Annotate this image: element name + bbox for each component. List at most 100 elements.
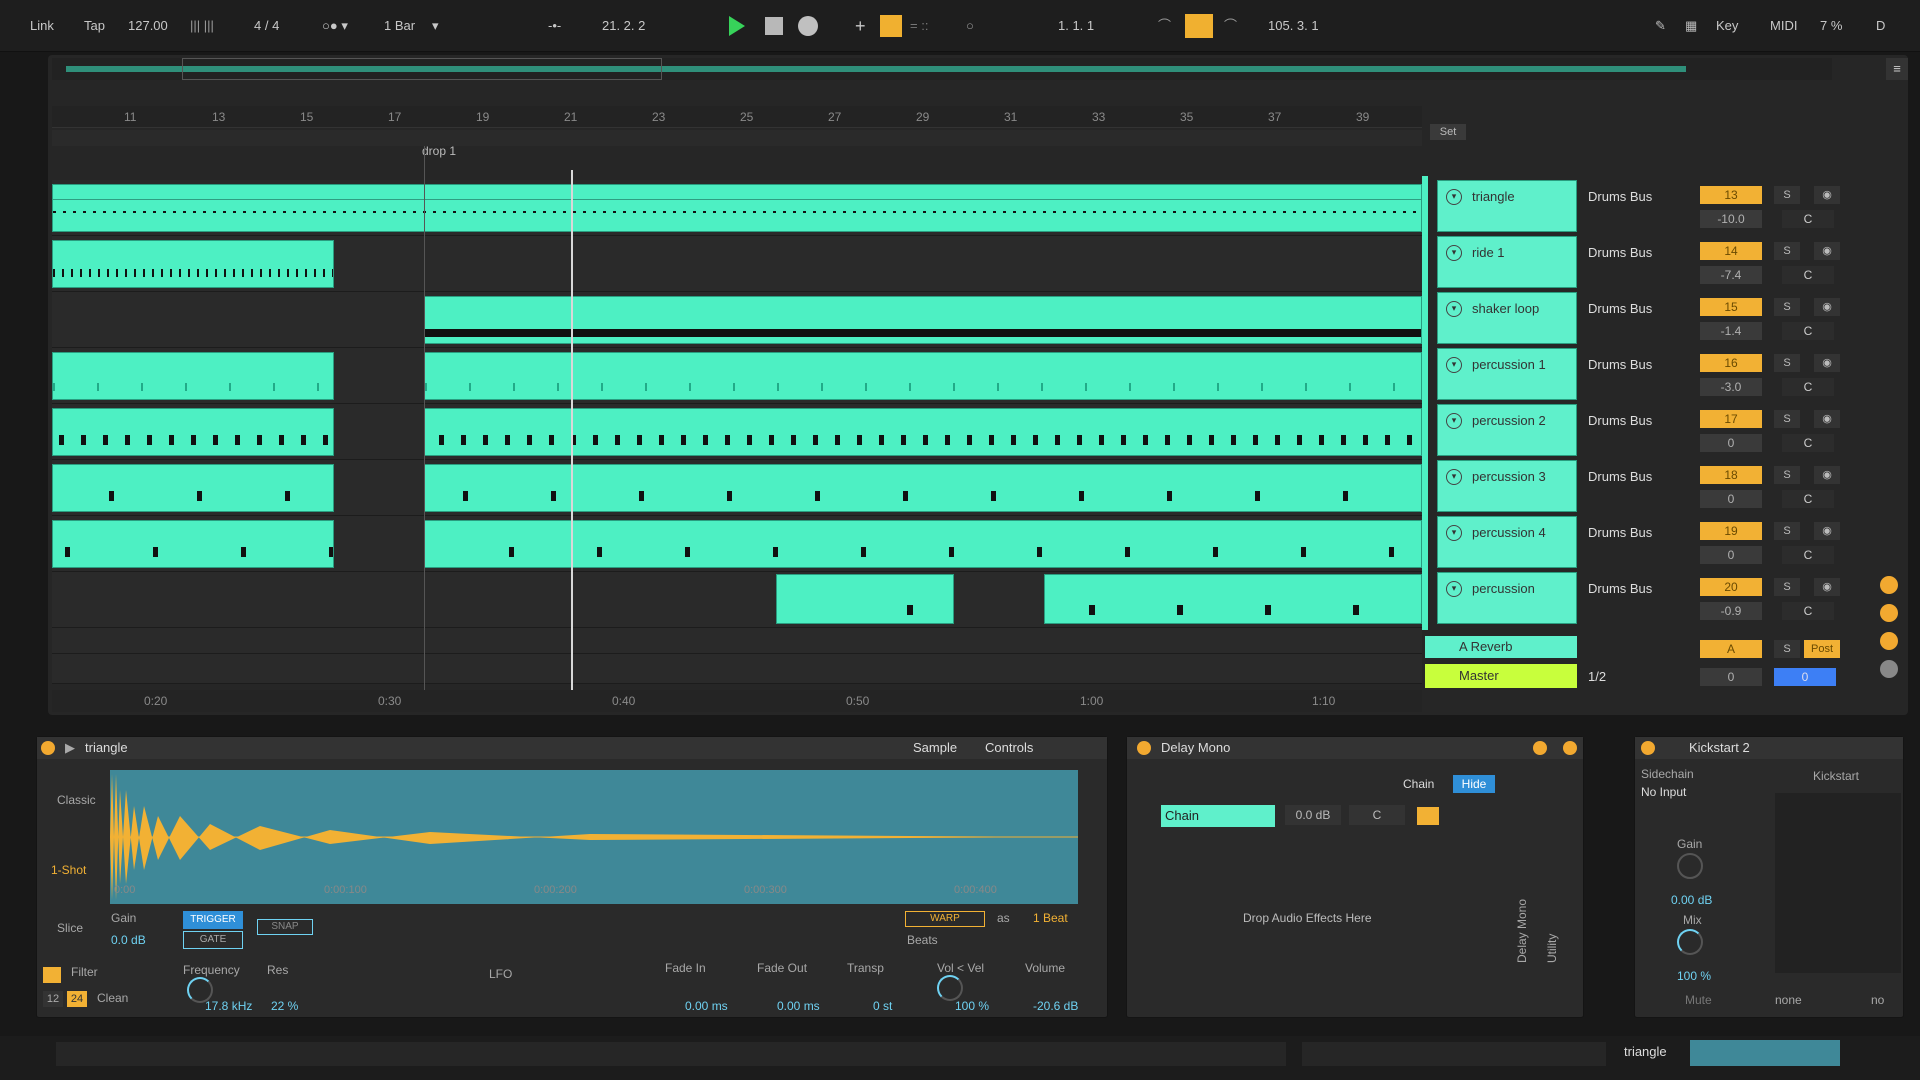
track-pan[interactable]: C: [1782, 434, 1834, 452]
tempo-field[interactable]: 127.00: [128, 14, 168, 38]
key-map-button[interactable]: Key: [1716, 14, 1738, 38]
record-button[interactable]: [798, 16, 818, 36]
fold-icon[interactable]: ▾: [1446, 581, 1462, 597]
clip[interactable]: [776, 574, 954, 624]
clip[interactable]: [52, 520, 334, 568]
warp-button[interactable]: WARP: [905, 911, 985, 927]
gain-value[interactable]: 0.00 dB: [1671, 893, 1712, 907]
arm-button[interactable]: ◉: [1814, 186, 1840, 204]
time-ruler[interactable]: 0:20 0:30 0:40 0:50 1:00 1:10: [52, 690, 1422, 712]
filter-toggle[interactable]: [43, 967, 61, 983]
track-pan[interactable]: C: [1782, 602, 1834, 620]
master-volume[interactable]: 0: [1700, 668, 1762, 686]
fold-icon[interactable]: ▾: [1446, 189, 1462, 205]
track-output-menu[interactable]: Drums Bus: [1582, 242, 1692, 264]
lane-triangle[interactable]: [52, 180, 1422, 236]
track-pan[interactable]: C: [1782, 546, 1834, 564]
track-volume[interactable]: 0: [1700, 490, 1762, 508]
res-value[interactable]: 22 %: [271, 999, 298, 1013]
midi-map-button[interactable]: MIDI: [1770, 14, 1797, 38]
master-output-menu[interactable]: 1/2: [1582, 666, 1692, 688]
clip[interactable]: [52, 408, 334, 456]
chain-name[interactable]: Chain: [1161, 805, 1275, 827]
arm-button[interactable]: ◉: [1814, 410, 1840, 428]
solo-button[interactable]: S: [1774, 354, 1800, 372]
track-activator[interactable]: 20: [1700, 578, 1762, 596]
signature-field[interactable]: 4 / 4: [254, 14, 279, 38]
clip[interactable]: [424, 408, 1422, 456]
track-volume[interactable]: -10.0: [1700, 210, 1762, 228]
stop-button[interactable]: [765, 17, 783, 35]
clip[interactable]: [52, 240, 334, 288]
expand-icon[interactable]: ▶: [65, 737, 75, 759]
tap-button[interactable]: Tap: [84, 14, 105, 38]
fadein-value[interactable]: 0.00 ms: [685, 999, 728, 1013]
track-header-percussion-3[interactable]: ▾ percussion 3: [1437, 460, 1577, 512]
lane-percussion[interactable]: [52, 572, 1422, 628]
locator-lane[interactable]: drop 1: [52, 130, 1422, 158]
track-pan[interactable]: C: [1782, 322, 1834, 340]
clip[interactable]: [424, 464, 1422, 512]
track-output-menu[interactable]: Drums Bus: [1582, 186, 1692, 208]
mode-one-shot[interactable]: 1-Shot: [51, 863, 86, 877]
follow-icon[interactable]: -•-: [548, 14, 561, 38]
curve-menu[interactable]: none: [1775, 993, 1802, 1007]
set-button[interactable]: Set: [1430, 124, 1466, 140]
lane-percussion-2[interactable]: [52, 404, 1422, 460]
track-header-triangle[interactable]: ▾ triangle: [1437, 180, 1577, 232]
mix-value[interactable]: 100 %: [1677, 969, 1711, 983]
lane-ride-1[interactable]: [52, 236, 1422, 292]
track-output-menu[interactable]: Drums Bus: [1582, 354, 1692, 376]
loop-start-field[interactable]: 1. 1. 1: [1058, 14, 1094, 38]
beat-value[interactable]: 1 Beat: [1033, 911, 1068, 925]
track-pan[interactable]: C: [1782, 210, 1834, 228]
lane-percussion-1[interactable]: [52, 348, 1422, 404]
track-volume[interactable]: -1.4: [1700, 322, 1762, 340]
overlay-icon[interactable]: [1880, 632, 1898, 650]
track-header-percussion[interactable]: ▾ percussion: [1437, 572, 1577, 624]
clip[interactable]: [52, 464, 334, 512]
track-volume[interactable]: 0: [1700, 546, 1762, 564]
gate-button[interactable]: GATE: [183, 931, 243, 949]
track-output-menu[interactable]: Drums Bus: [1582, 298, 1692, 320]
mix-knob[interactable]: [1677, 929, 1703, 955]
fold-icon[interactable]: ▾: [1446, 469, 1462, 485]
device-on-icon[interactable]: [41, 741, 55, 755]
lane-percussion-4[interactable]: [52, 516, 1422, 572]
track-activator[interactable]: 19: [1700, 522, 1762, 540]
chain-activator[interactable]: [1417, 807, 1439, 825]
metronome-icon[interactable]: ○● ▾: [322, 14, 348, 38]
chain-pan[interactable]: C: [1349, 805, 1405, 825]
velvol-value[interactable]: 100 %: [955, 999, 989, 1013]
automation-arm-button[interactable]: [880, 15, 902, 37]
chain-volume[interactable]: 0.0 dB: [1285, 805, 1341, 825]
filter-type-menu[interactable]: Clean: [97, 991, 128, 1005]
quantize-menu[interactable]: 1 Bar: [384, 14, 415, 38]
gain-knob[interactable]: [1677, 853, 1703, 879]
arm-button[interactable]: ◉: [1814, 578, 1840, 596]
envelope-display[interactable]: [1775, 793, 1901, 973]
nudge-icon[interactable]: ||| |||: [190, 14, 214, 38]
track-volume[interactable]: 0: [1700, 434, 1762, 452]
locator-drop[interactable]: drop 1: [422, 144, 456, 158]
menu-icon[interactable]: ≡: [1886, 58, 1908, 80]
loop-switch-icon[interactable]: [1185, 14, 1213, 38]
quantize-arrow-icon[interactable]: ▾: [432, 14, 439, 38]
track-pan[interactable]: C: [1782, 378, 1834, 396]
beats-menu[interactable]: Beats: [907, 933, 938, 947]
solo-button[interactable]: S: [1774, 640, 1800, 658]
clip[interactable]: [424, 520, 1422, 568]
fold-icon[interactable]: ▾: [1446, 245, 1462, 261]
filter-24db[interactable]: 24: [67, 991, 87, 1007]
bar-ruler[interactable]: 11 13 15 17 19 21 23 25 27 29 31 33 35 3…: [52, 106, 1422, 128]
track-activator[interactable]: 16: [1700, 354, 1762, 372]
device-on-icon[interactable]: [1137, 741, 1151, 755]
gain-value[interactable]: 0.0 dB: [111, 933, 146, 947]
track-activator[interactable]: 13: [1700, 186, 1762, 204]
position-field[interactable]: 21. 2. 2: [602, 14, 645, 38]
track-header-percussion-1[interactable]: ▾ percussion 1: [1437, 348, 1577, 400]
track-header-shaker-loop[interactable]: ▾ shaker loop: [1437, 292, 1577, 344]
solo-button[interactable]: S: [1774, 186, 1800, 204]
capture-icon[interactable]: = ::: [910, 14, 928, 38]
track-volume[interactable]: -0.9: [1700, 602, 1762, 620]
